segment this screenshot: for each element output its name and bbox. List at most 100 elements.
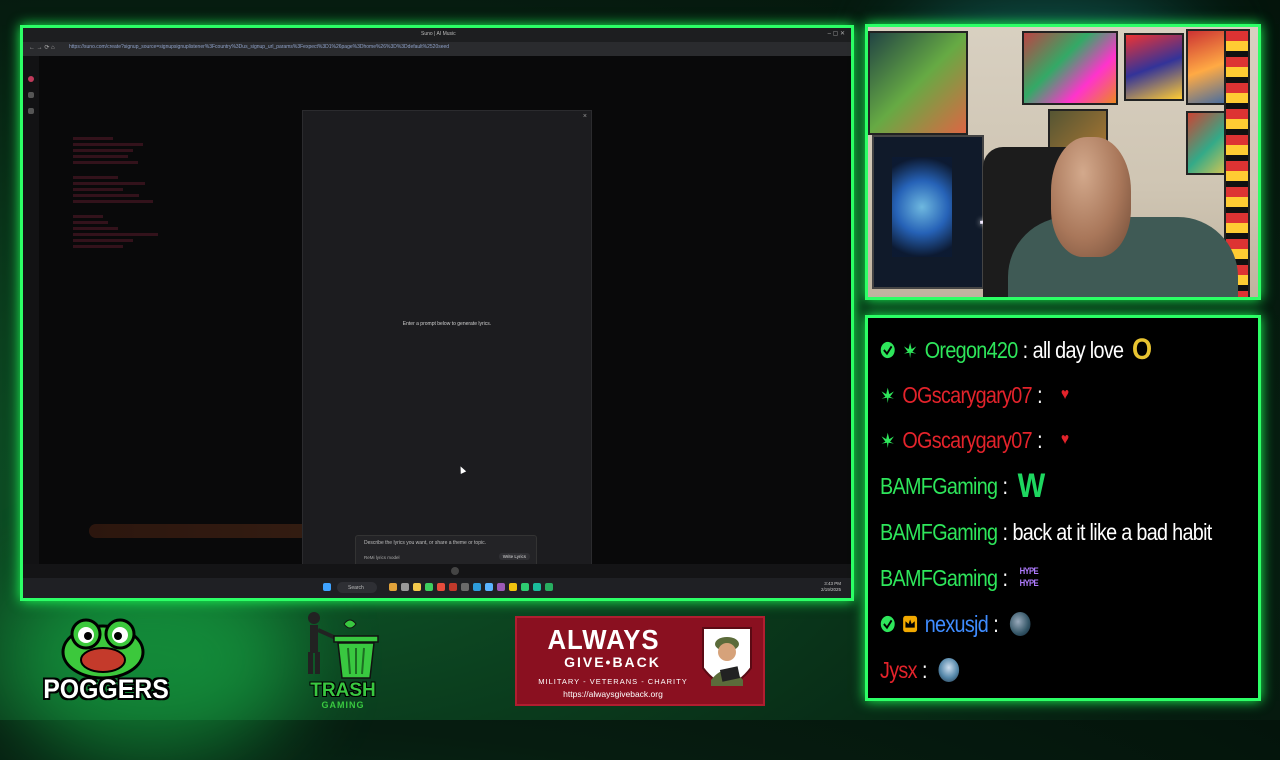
taskbar-search-label: Search — [348, 585, 364, 591]
agb-tagline: MILITARY - VETERANS - CHARITY — [538, 677, 688, 686]
browser-tab-title[interactable]: Suno | AI Music — [421, 31, 456, 37]
lyrics-prompt-input[interactable]: Describe the lyrics you want, or share a… — [355, 535, 537, 567]
wolf-emote-icon — [1010, 612, 1031, 636]
chat-separator: : — [1022, 336, 1028, 363]
close-icon[interactable]: × — [583, 113, 587, 120]
taskbar-app-icon[interactable] — [533, 583, 541, 591]
streamer-head — [1051, 137, 1131, 257]
chat-username[interactable]: OGscarygary07 — [902, 427, 1032, 454]
chat-message: Oregon420 : all day love O — [880, 330, 1152, 370]
webcam-feed — [865, 24, 1261, 300]
chat-message: Jysx : — [880, 650, 960, 690]
taskbar-app-icon[interactable] — [425, 583, 433, 591]
poster — [868, 31, 968, 135]
nav-buttons-icon[interactable]: ← → ⟳ ⌂ — [29, 44, 55, 51]
trash-subtitle: GAMING — [321, 700, 365, 710]
heart-icon: ♥ — [1060, 386, 1069, 403]
taskbar-app-icon[interactable] — [449, 583, 457, 591]
poggers-logo: POGGERS — [36, 616, 170, 712]
chat-text: back at it like a bad habit — [1012, 518, 1212, 545]
chat-message: OGscarygary07 : ♥ — [880, 420, 1069, 460]
chat-separator: : — [1037, 426, 1042, 453]
chat-username[interactable]: Oregon420 — [925, 337, 1018, 364]
taskbar-app-icon[interactable] — [413, 583, 421, 591]
taskbar-app-icon[interactable] — [545, 583, 553, 591]
crown-icon — [903, 615, 918, 633]
chat-username[interactable]: nexusjd — [925, 611, 989, 638]
chat-message: OGscarygary07 : ♥ — [880, 375, 1069, 415]
taskbar-app-icon[interactable] — [497, 583, 505, 591]
window-controls[interactable]: – ▢ ✕ — [828, 30, 845, 37]
chat-message: BAMFGaming : W — [880, 466, 1045, 506]
taskbar-app-icon[interactable] — [461, 583, 469, 591]
screen-capture: Suno | AI Music – ▢ ✕ ← → ⟳ ⌂ https://su… — [20, 25, 854, 601]
taskbar-app-icon[interactable] — [437, 583, 445, 591]
taskbar-app-icon[interactable] — [485, 583, 493, 591]
chat-message: BAMFGaming : HYPE HYPE — [880, 558, 1040, 598]
cannabis-leaf-icon — [881, 432, 894, 449]
lyrics-model-select[interactable]: ReMi lyrics model — [364, 555, 400, 560]
trash-wordmark: TRASH — [310, 680, 376, 701]
hype-emote-icon: HYPE HYPE — [1019, 566, 1039, 588]
clock-time: 3:43 PM — [824, 581, 841, 586]
emote-icon: O — [1131, 333, 1152, 366]
empty-lyrics-message: Enter a prompt below to generate lyrics. — [402, 321, 492, 327]
browser-tab-bar: Suno | AI Music – ▢ ✕ — [23, 28, 851, 42]
chat-message: BAMFGaming : back at it like a bad habit — [880, 512, 1212, 552]
chat-username[interactable]: Jysx — [880, 657, 918, 684]
chat-username[interactable]: BAMFGaming — [880, 519, 998, 546]
chat-separator: : — [921, 656, 927, 683]
trash-gaming-logo: TRASH GAMING — [300, 610, 386, 712]
taskbar-app-icon[interactable] — [473, 583, 481, 591]
clock-date: 2/19/2025 — [820, 587, 841, 592]
chat-separator: : — [1002, 518, 1008, 545]
taskbar-app-icon[interactable] — [401, 583, 409, 591]
taskbar-clock[interactable]: 3:43 PM 2/19/2025 — [821, 581, 841, 593]
trash-can-icon — [308, 612, 379, 679]
verified-icon — [880, 341, 895, 359]
cannabis-leaf-icon — [903, 342, 917, 359]
emote-icon: W — [1017, 466, 1046, 505]
chat-text: all day love — [1032, 336, 1124, 363]
taskbar-app-icon[interactable] — [509, 583, 517, 591]
verified-icon — [880, 615, 895, 633]
taskbar-app-icon[interactable] — [521, 583, 529, 591]
poggers-wordmark: POGGERS — [43, 674, 169, 704]
chat-message: nexusjd : — [880, 604, 1031, 644]
poster — [1022, 31, 1118, 105]
play-pause-icon[interactable] — [451, 567, 459, 575]
write-lyrics-button[interactable]: Write Lyrics — [498, 553, 530, 560]
windows-start-icon[interactable] — [323, 583, 331, 591]
prompt-placeholder[interactable]: Describe the lyrics you want, or share a… — [364, 540, 486, 546]
agb-subtitle: GIVE•BACK — [564, 654, 661, 670]
taskbar-search[interactable]: Search — [337, 582, 377, 593]
address-bar[interactable]: ← → ⟳ ⌂ https://suno.com/create?signup_s… — [23, 42, 851, 56]
sidebar-icon[interactable] — [28, 92, 34, 98]
lyrics-modal: × Enter a prompt below to generate lyric… — [302, 110, 592, 578]
soldier-icon — [702, 627, 752, 686]
cannabis-leaf-icon — [881, 387, 894, 404]
sidebar-icon[interactable] — [28, 108, 34, 114]
character-emote-icon — [938, 658, 960, 682]
app-sidebar — [23, 56, 39, 578]
heart-icon: ♥ — [1060, 431, 1069, 448]
chat-panel: Oregon420 : all day love O OGscarygary07… — [865, 315, 1261, 701]
gaming-pc — [872, 135, 984, 289]
chat-username[interactable]: OGscarygary07 — [902, 382, 1032, 409]
player-bar — [23, 564, 851, 578]
always-give-back-banner: ALWAYS GIVE•BACK MILITARY - VETERANS - C… — [515, 616, 765, 706]
agb-url: https://alwaysgiveback.org — [563, 689, 663, 699]
suno-app: × Enter a prompt below to generate lyric… — [23, 56, 851, 578]
chat-username[interactable]: BAMFGaming — [880, 565, 998, 592]
agb-title: ALWAYS — [547, 624, 660, 655]
taskbar-app-icon[interactable] — [389, 583, 397, 591]
chat-separator: : — [993, 610, 999, 637]
url-text[interactable]: https://suno.com/create?signup_source=si… — [69, 44, 769, 50]
poster — [1124, 33, 1184, 101]
windows-taskbar: Search 3:43 PM 2/19/2025 — [23, 578, 851, 598]
chat-separator: : — [1037, 381, 1042, 408]
chat-username[interactable]: BAMFGaming — [880, 473, 998, 500]
chat-separator: : — [1002, 564, 1008, 591]
sidebar-icon[interactable] — [28, 76, 34, 82]
chat-separator: : — [1002, 472, 1008, 499]
